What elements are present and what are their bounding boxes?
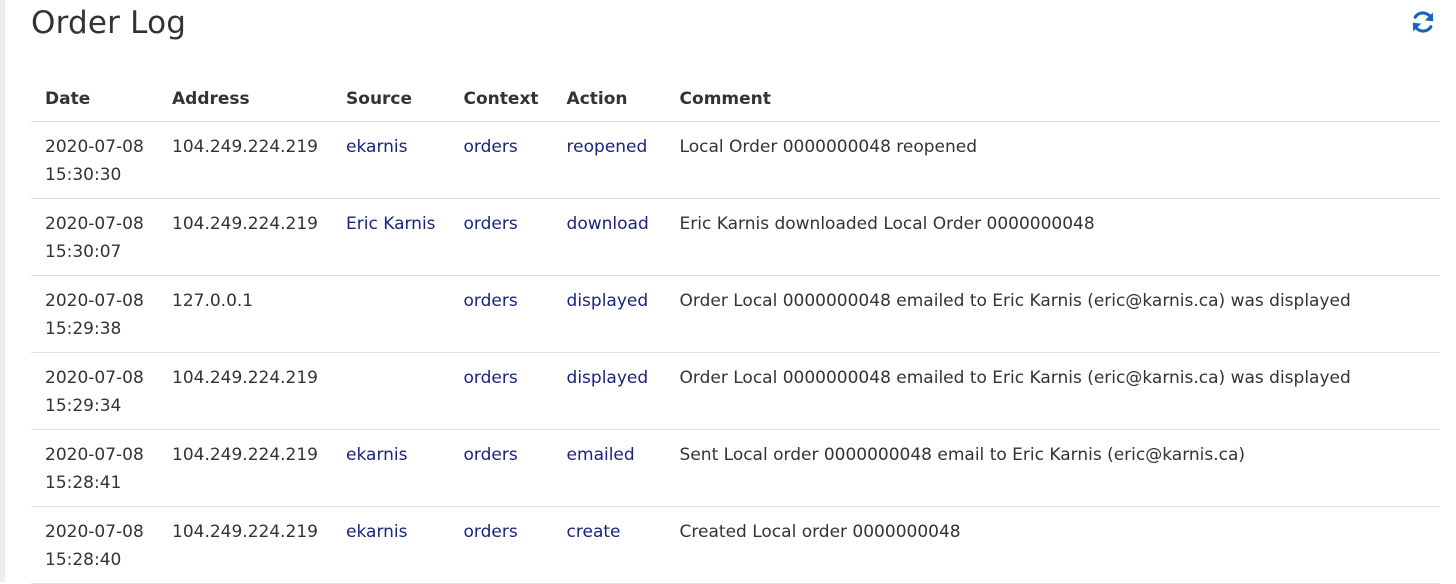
time-value: 15:30:07	[45, 242, 122, 262]
order-log-table: Date Address Source Context Action Comme…	[31, 77, 1440, 584]
cell-date: 2020-07-08 15:30:07	[31, 198, 158, 276]
cell-address: 104.249.224.219	[158, 121, 333, 199]
time-value: 15:29:38	[45, 319, 122, 339]
cell-context: orders	[449, 352, 553, 430]
cell-context: orders	[449, 429, 553, 507]
cell-action: emailed	[552, 429, 666, 507]
cell-context: orders	[449, 198, 553, 276]
time-value: 15:29:34	[45, 396, 122, 416]
header-address[interactable]: Address	[158, 77, 333, 122]
table-row: 2020-07-08 15:28:40 104.249.224.219 ekarn…	[31, 506, 1440, 584]
cell-source: Eric Karnis	[332, 198, 450, 276]
date-value: 2020-07-08	[45, 445, 144, 465]
source-link[interactable]: ekarnis	[346, 137, 407, 157]
date-value: 2020-07-08	[45, 137, 144, 157]
cell-comment: Local Order 0000000048 reopened	[665, 121, 1440, 199]
context-link[interactable]: orders	[464, 522, 518, 542]
action-link[interactable]: displayed	[567, 368, 649, 388]
cell-context: orders	[449, 506, 553, 584]
cell-comment: Sent Local order 0000000048 email to Eri…	[665, 429, 1440, 507]
cell-action: displayed	[552, 275, 666, 353]
table-row: 2020-07-08 15:30:07 104.249.224.219 Eric …	[31, 198, 1440, 276]
cell-comment: Order Local 0000000048 emailed to Eric K…	[665, 275, 1440, 353]
time-value: 15:28:41	[45, 473, 122, 493]
date-value: 2020-07-08	[45, 522, 144, 542]
date-value: 2020-07-08	[45, 291, 144, 311]
date-value: 2020-07-08	[45, 368, 144, 388]
header-action[interactable]: Action	[552, 77, 666, 122]
cell-source	[332, 352, 450, 430]
source-link[interactable]: ekarnis	[346, 522, 407, 542]
action-link[interactable]: emailed	[567, 445, 635, 465]
cell-comment: Eric Karnis downloaded Local Order 00000…	[665, 198, 1440, 276]
cell-address: 104.249.224.219	[158, 198, 333, 276]
page-title: Order Log	[31, 5, 187, 41]
action-link[interactable]: create	[567, 522, 621, 542]
table-header-row: Date Address Source Context Action Comme…	[31, 77, 1440, 122]
cell-date: 2020-07-08 15:28:40	[31, 506, 158, 584]
header-source[interactable]: Source	[332, 77, 450, 122]
cell-address: 104.249.224.219	[158, 429, 333, 507]
header-date[interactable]: Date	[31, 77, 158, 122]
cell-comment: Order Local 0000000048 emailed to Eric K…	[665, 352, 1440, 430]
cell-source: ekarnis	[332, 429, 450, 507]
cell-action: reopened	[552, 121, 666, 199]
header-comment[interactable]: Comment	[665, 77, 1440, 122]
table-row: 2020-07-08 15:28:41 104.249.224.219 ekarn…	[31, 429, 1440, 507]
source-link[interactable]: Eric Karnis	[346, 214, 436, 234]
cell-date: 2020-07-08 15:29:38	[31, 275, 158, 353]
context-link[interactable]: orders	[464, 137, 518, 157]
action-link[interactable]: reopened	[567, 137, 648, 157]
refresh-icon	[1412, 11, 1434, 33]
cell-comment: Created Local order 0000000048	[665, 506, 1440, 584]
source-link[interactable]: ekarnis	[346, 445, 407, 465]
left-rail	[0, 0, 5, 582]
cell-address: 127.0.0.1	[158, 275, 333, 353]
table-row: 2020-07-08 15:30:30 104.249.224.219 ekarn…	[31, 121, 1440, 199]
cell-date: 2020-07-08 15:29:34	[31, 352, 158, 430]
cell-date: 2020-07-08 15:28:41	[31, 429, 158, 507]
table-row: 2020-07-08 15:29:38 127.0.0.1 orders disp…	[31, 275, 1440, 353]
cell-source: ekarnis	[332, 121, 450, 199]
cell-source	[332, 275, 450, 353]
cell-address: 104.249.224.219	[158, 506, 333, 584]
context-link[interactable]: orders	[464, 445, 518, 465]
date-value: 2020-07-08	[45, 214, 144, 234]
refresh-button[interactable]	[1409, 8, 1437, 36]
context-link[interactable]: orders	[464, 291, 518, 311]
action-link[interactable]: displayed	[567, 291, 649, 311]
header-context[interactable]: Context	[449, 77, 553, 122]
cell-address: 104.249.224.219	[158, 352, 333, 430]
cell-context: orders	[449, 275, 553, 353]
cell-date: 2020-07-08 15:30:30	[31, 121, 158, 199]
context-link[interactable]: orders	[464, 368, 518, 388]
cell-action: download	[552, 198, 666, 276]
cell-source: ekarnis	[332, 506, 450, 584]
table-row: 2020-07-08 15:29:34 104.249.224.219 order…	[31, 352, 1440, 430]
cell-action: create	[552, 506, 666, 584]
time-value: 15:28:40	[45, 550, 122, 570]
time-value: 15:30:30	[45, 165, 122, 185]
action-link[interactable]: download	[567, 214, 649, 234]
order-log-panel: Order Log Date Address Source Context Ac…	[31, 0, 1440, 584]
cell-context: orders	[449, 121, 553, 199]
cell-action: displayed	[552, 352, 666, 430]
context-link[interactable]: orders	[464, 214, 518, 234]
